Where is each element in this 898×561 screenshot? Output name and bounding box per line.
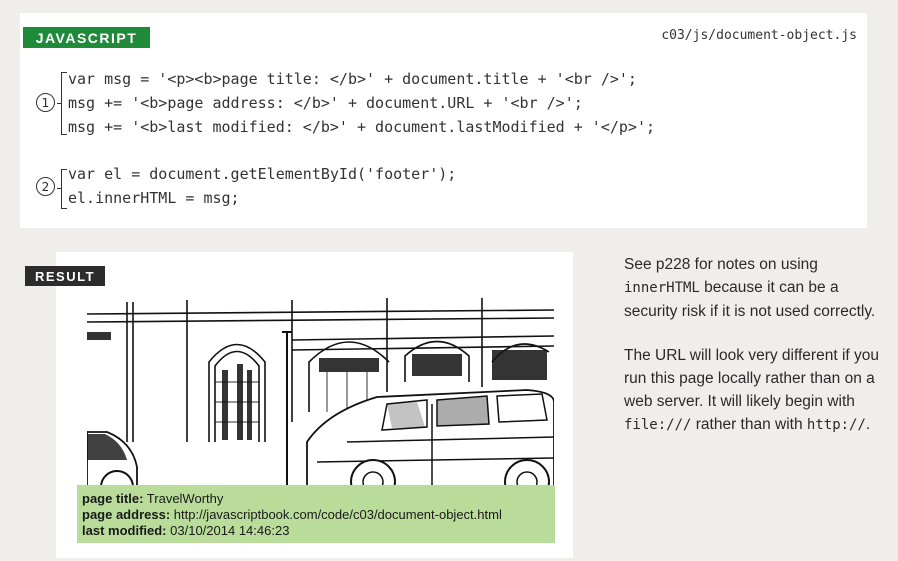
note-text: The URL will look very different if you … <box>624 347 879 410</box>
javascript-label: JAVASCRIPT <box>23 27 150 48</box>
code-line: msg += '<b>page address: </b>' + documen… <box>68 94 583 112</box>
note-text: See p228 for notes on using <box>624 256 818 273</box>
footer-modified-row: last modified: 03/10/2014 14:46:23 <box>82 523 555 539</box>
result-label: RESULT <box>25 266 105 286</box>
callout-number-2: 2 <box>36 177 55 196</box>
result-footer: page title: TravelWorthy page address: h… <box>77 485 555 543</box>
street-sketch-image <box>87 298 554 497</box>
note-code: innerHTML <box>624 280 700 296</box>
code-line: var msg = '<p><b>page title: </b>' + doc… <box>68 70 637 88</box>
address-label: page address: <box>82 507 171 522</box>
title-value: TravelWorthy <box>146 491 224 506</box>
note-paragraph-2: The URL will look very different if you … <box>624 344 884 437</box>
address-value: http://javascriptbook.com/code/c03/docum… <box>173 507 502 522</box>
callout-number-1: 1 <box>36 93 55 112</box>
note-text: . <box>865 416 871 433</box>
code-panel: JAVASCRIPT c03/js/document-object.js 1 v… <box>20 13 867 228</box>
note-code: http:// <box>806 417 866 433</box>
footer-address-row: page address: http://javascriptbook.com/… <box>82 507 555 523</box>
side-notes: See p228 for notes on using innerHTML be… <box>624 253 884 458</box>
result-panel: page title: TravelWorthy page address: h… <box>56 252 573 558</box>
code-bracket-2 <box>61 169 67 209</box>
code-line: var el = document.getElementById('footer… <box>68 165 457 183</box>
code-filename: c03/js/document-object.js <box>661 28 857 43</box>
callout-tick-1 <box>57 103 61 104</box>
title-label: page title: <box>82 491 144 506</box>
note-code: file:/// <box>624 417 692 433</box>
code-line: msg += '<b>last modified: </b>' + docume… <box>68 118 655 136</box>
code-line: el.innerHTML = msg; <box>68 189 240 207</box>
note-text: rather than with <box>695 416 803 433</box>
footer-title-row: page title: TravelWorthy <box>82 491 555 507</box>
modified-value: 03/10/2014 14:46:23 <box>170 523 290 538</box>
code-bracket-1 <box>61 72 67 135</box>
callout-tick-2 <box>57 188 61 189</box>
note-paragraph-1: See p228 for notes on using innerHTML be… <box>624 253 884 323</box>
modified-label: last modified: <box>82 523 167 538</box>
